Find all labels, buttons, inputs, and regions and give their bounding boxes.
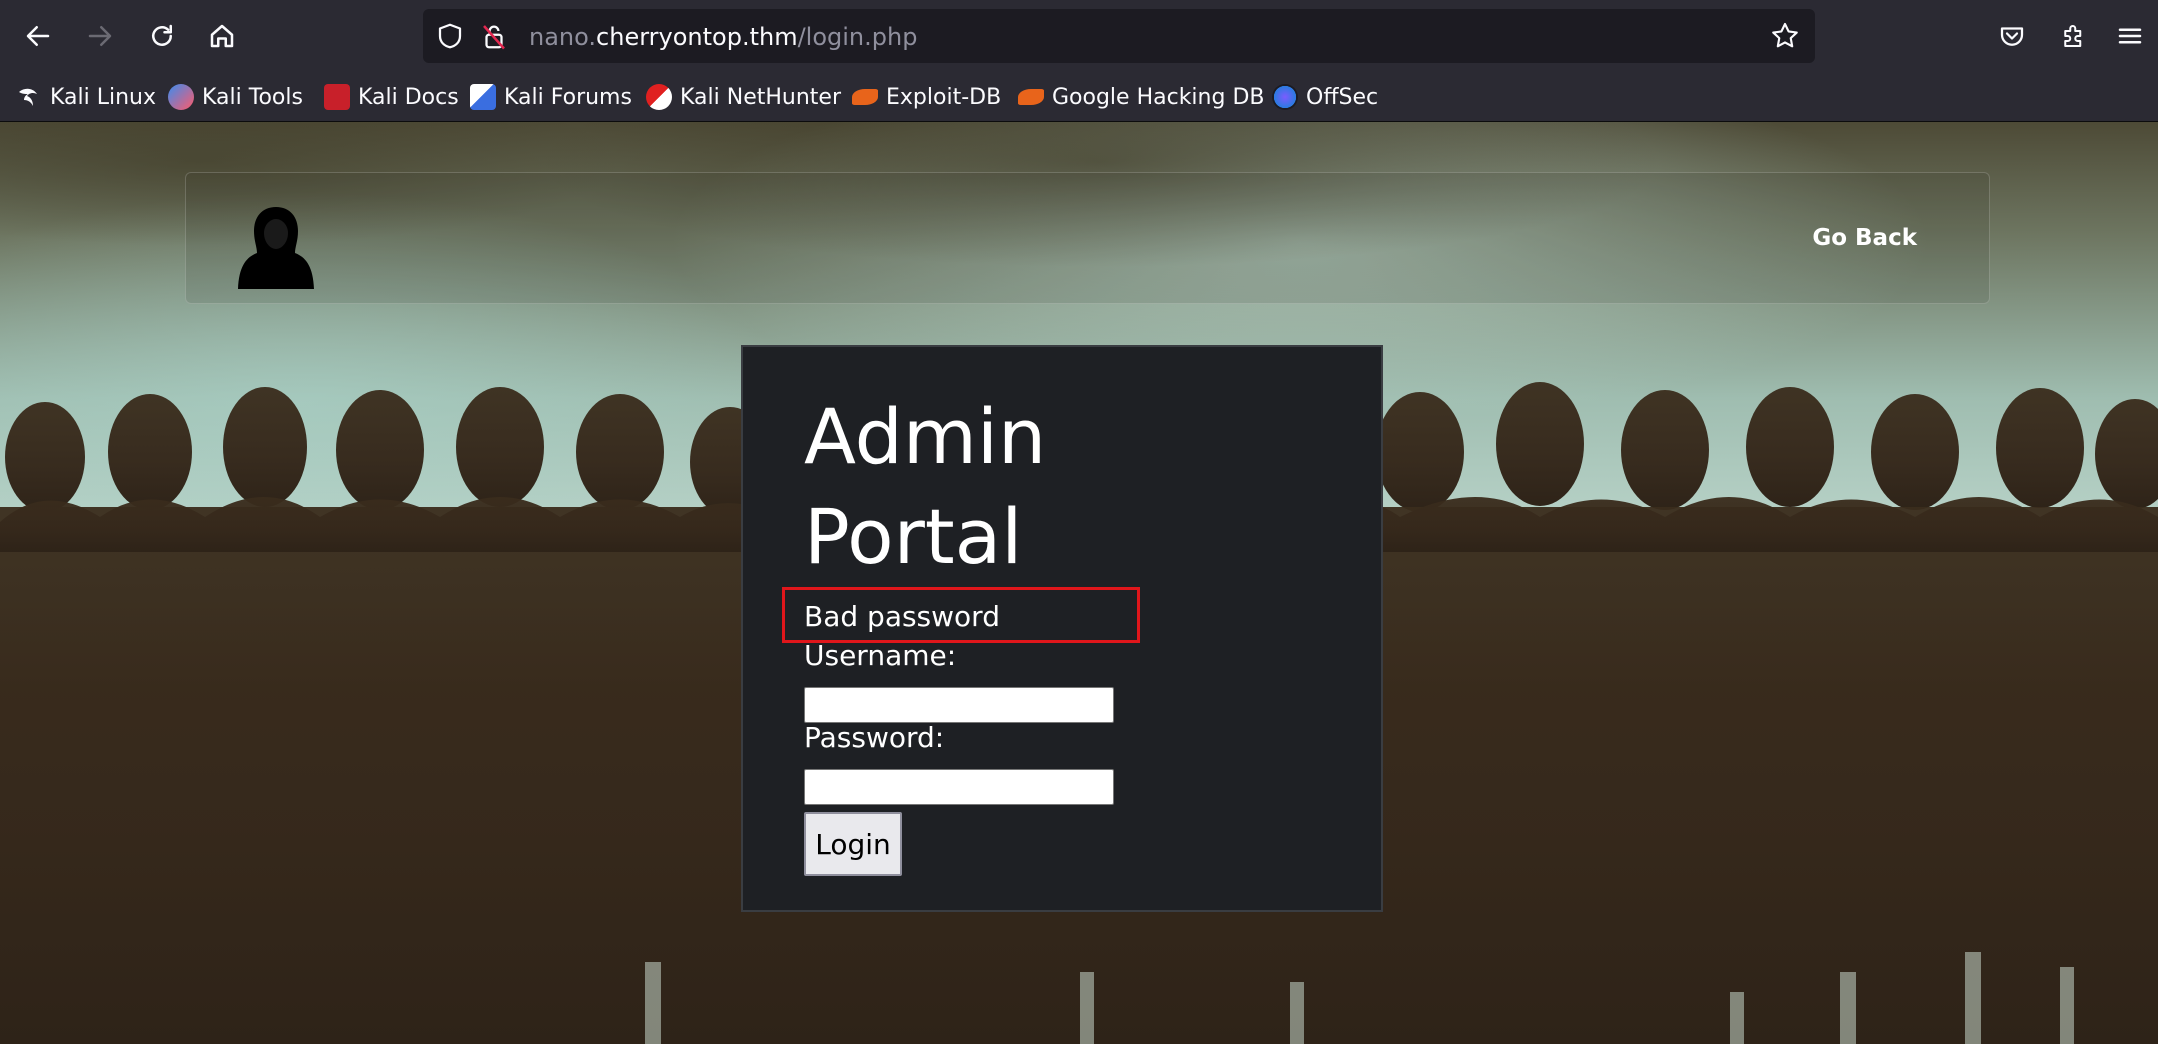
bookmark-label: Kali Linux xyxy=(50,84,157,110)
bookmark-kali-nethunter[interactable]: Kali NetHunter xyxy=(646,81,841,113)
back-button[interactable] xyxy=(16,14,60,58)
home-icon xyxy=(210,24,234,48)
url-path: /login.php xyxy=(797,23,918,51)
bookmark-label: Kali Docs xyxy=(358,84,459,110)
bookmark-label: Kali Forums xyxy=(504,84,632,110)
hamburger-menu-icon xyxy=(2118,28,2142,44)
bookmark-kali-docs[interactable]: Kali Docs xyxy=(324,81,459,113)
hooded-hacker-logo-icon[interactable] xyxy=(236,203,316,293)
insecure-lock-icon[interactable] xyxy=(479,20,509,52)
shield-icon xyxy=(438,23,462,49)
username-input[interactable] xyxy=(804,687,1114,723)
forward-arrow-icon xyxy=(88,26,112,46)
reload-icon xyxy=(152,24,172,46)
kali-tools-icon xyxy=(168,84,194,110)
pocket-button[interactable] xyxy=(1990,14,2034,58)
pocket-icon xyxy=(2000,27,2024,46)
error-message: Bad password xyxy=(804,600,1000,633)
bookmark-kali-forums[interactable]: Kali Forums xyxy=(470,81,632,113)
extensions-button[interactable] xyxy=(2052,14,2096,58)
menu-button[interactable] xyxy=(2108,14,2152,58)
back-arrow-icon xyxy=(26,26,50,46)
url-host: cherryontop.thm xyxy=(596,23,798,51)
reload-button[interactable] xyxy=(140,14,184,58)
bookmark-label: OffSec xyxy=(1306,84,1379,110)
kali-nethunter-icon xyxy=(646,84,672,110)
password-label: Password: xyxy=(804,721,945,754)
forward-button[interactable] xyxy=(78,14,122,58)
bookmark-kali-linux[interactable]: Kali Linux xyxy=(16,81,156,113)
exploit-db-icon xyxy=(852,89,878,105)
bookmark-google-hacking-db[interactable]: Google Hacking DB xyxy=(1018,81,1264,113)
ghdb-icon xyxy=(1018,89,1044,105)
bookmark-kali-tools[interactable]: Kali Tools xyxy=(168,81,303,113)
password-input[interactable] xyxy=(804,769,1114,805)
site-navbar: Go Back xyxy=(185,172,1990,304)
web-page: Go Back Admin Portal Bad password Userna… xyxy=(0,122,2158,1044)
bookmark-label: Kali Tools xyxy=(202,84,303,110)
page-title: Admin Portal xyxy=(804,392,1047,581)
url-prefix: nano. xyxy=(529,23,597,51)
url-text[interactable]: nano.cherryontop.thm/login.php xyxy=(529,23,917,51)
login-card: Admin Portal Bad password Username: Pass… xyxy=(741,345,1383,912)
kali-forums-icon xyxy=(470,84,496,110)
browser-toolbar: nano.cherryontop.thm/login.php xyxy=(0,0,2158,73)
kali-docs-icon xyxy=(324,84,350,110)
bookmark-offsec[interactable]: OffSec xyxy=(1272,81,1378,113)
puzzle-icon xyxy=(2064,25,2082,47)
login-button[interactable]: Login xyxy=(804,812,902,876)
kali-dragon-icon xyxy=(16,84,42,110)
bookmark-exploit-db[interactable]: Exploit-DB xyxy=(852,81,1001,113)
bookmark-label: Kali NetHunter xyxy=(680,84,841,110)
address-bar[interactable]: nano.cherryontop.thm/login.php xyxy=(423,9,1815,63)
bookmarks-toolbar: Kali Linux Kali Tools Kali Docs Kali For… xyxy=(0,73,2158,122)
username-label: Username: xyxy=(804,639,957,672)
home-button[interactable] xyxy=(200,14,244,58)
bookmark-label: Google Hacking DB xyxy=(1052,84,1265,110)
bookmark-label: Exploit-DB xyxy=(886,84,1002,110)
offsec-icon xyxy=(1272,84,1298,110)
go-back-link[interactable]: Go Back xyxy=(1812,225,1917,251)
bookmark-star-icon[interactable] xyxy=(1769,20,1801,52)
